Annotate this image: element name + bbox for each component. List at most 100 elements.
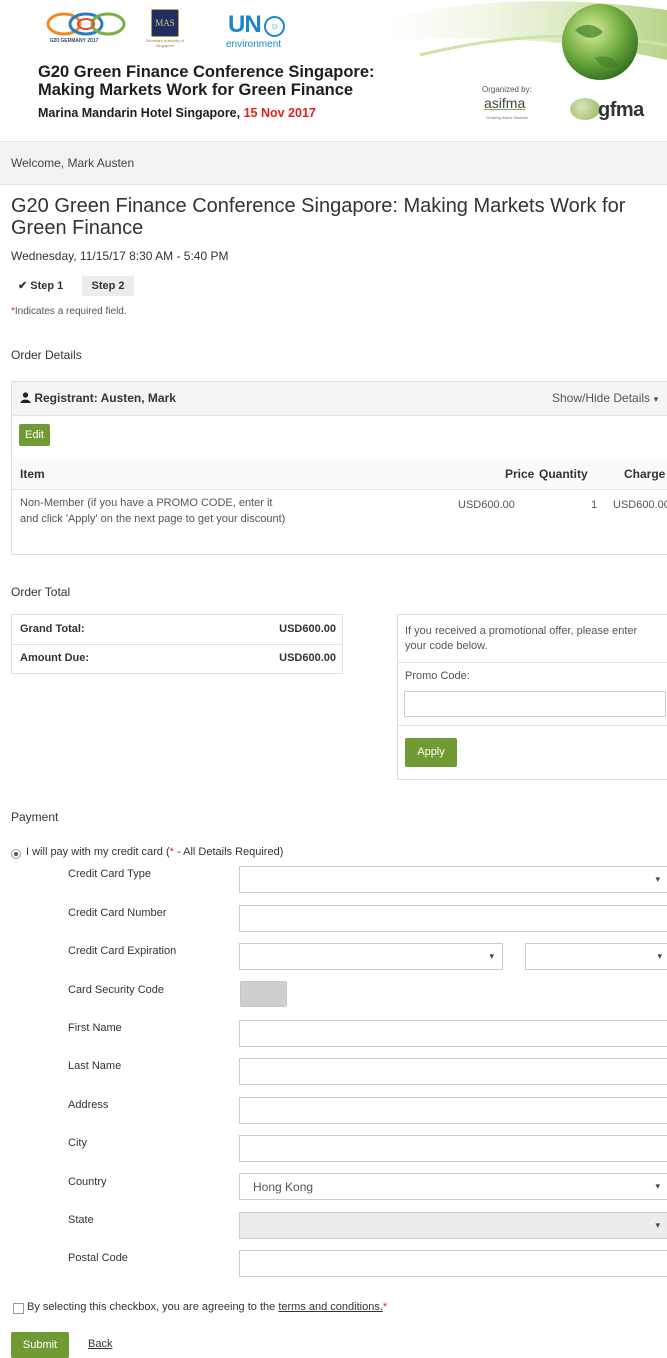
state-select[interactable]: [239, 1212, 667, 1239]
table-row: Non-Member (if you have a PROMO CODE, en…: [12, 490, 667, 552]
order-table-header: Item Price Quantity Charge: [12, 457, 667, 490]
country-select[interactable]: Hong Kong: [239, 1173, 667, 1200]
event-datetime: Wednesday, 11/15/17 8:30 AM - 5:40 PM: [11, 249, 229, 263]
mas-caption: Monetary Authority of Singapore: [146, 38, 184, 48]
required-field-note: *Indicates a required field.: [11, 306, 127, 317]
promo-instructions: If you received a promotional offer, ple…: [405, 625, 638, 652]
payment-heading: Payment: [11, 810, 59, 824]
promo-code-label: Promo Code:: [405, 670, 470, 682]
terms-label: By selecting this checkbox, you are agre…: [27, 1301, 387, 1313]
last-name-input[interactable]: [239, 1058, 667, 1085]
asifma-logo: asifma: [484, 95, 526, 111]
col-item: Item: [20, 467, 45, 481]
promo-divider: [398, 662, 667, 663]
banner-title-line1: G20 Green Finance Conference Singapore:: [38, 63, 375, 81]
registrant-panel-header: Registrant: Austen, Mark Show/Hide Detai…: [12, 382, 667, 416]
city-input[interactable]: [239, 1135, 667, 1162]
state-label: State: [68, 1214, 94, 1226]
welcome-bar: Welcome, Mark Austen: [0, 141, 667, 185]
credit-card-option-text: I will pay with my credit card (: [26, 846, 170, 858]
registrant-name: Registrant: Austen, Mark: [34, 391, 176, 405]
first-name-label: First Name: [68, 1022, 122, 1034]
first-name-input[interactable]: [239, 1020, 667, 1047]
card-number-label: Credit Card Number: [68, 907, 167, 919]
g20-caption: G20 GERMANY 2017: [49, 38, 99, 44]
un-logo-text: UN: [228, 11, 262, 38]
card-type-select[interactable]: [239, 866, 667, 893]
amount-due-row: Amount Due: USD600.00: [12, 644, 342, 673]
promo-code-panel: If you received a promotional offer, ple…: [397, 614, 667, 780]
organized-by-label: Organized by:: [482, 85, 532, 94]
banner-title-line2: Making Markets Work for Green Finance: [38, 81, 354, 99]
back-link[interactable]: Back: [88, 1338, 112, 1350]
promo-divider-2: [398, 725, 667, 726]
banner-venue-text: Marina Mandarin Hotel Singapore,: [38, 106, 244, 120]
postal-code-input[interactable]: [239, 1250, 667, 1277]
un-emblem-icon: ☼: [263, 16, 285, 37]
expiration-year-select[interactable]: [525, 943, 667, 970]
city-label: City: [68, 1137, 87, 1149]
registrant-heading: Registrant: Austen, Mark: [20, 391, 176, 405]
postal-code-label: Postal Code: [68, 1252, 128, 1264]
banner-venue: Marina Mandarin Hotel Singapore, 15 Nov …: [38, 106, 316, 120]
item-price: USD600.00: [458, 499, 515, 511]
amount-due-value: USD600.00: [279, 652, 336, 664]
gfma-logo-icon: [570, 98, 600, 120]
card-number-input[interactable]: [239, 905, 667, 932]
terms-text: By selecting this checkbox, you are agre…: [27, 1301, 279, 1313]
caret-down-icon: ▼: [652, 395, 660, 404]
page-title: G20 Green Finance Conference Singapore: …: [11, 195, 626, 239]
col-quantity: Quantity: [539, 467, 588, 481]
card-expiration-label: Credit Card Expiration: [68, 945, 177, 957]
order-total-heading: Order Total: [11, 585, 71, 599]
item-description: Non-Member (if you have a PROMO CODE, en…: [20, 497, 286, 525]
address-label: Address: [68, 1099, 109, 1111]
grand-total-label: Grand Total:: [20, 623, 85, 635]
un-environment-logo: UN ☼: [228, 11, 285, 39]
banner-title: G20 Green Finance Conference Singapore: …: [38, 63, 458, 99]
show-hide-label: Show/Hide Details: [552, 391, 651, 405]
step-2-label: Step 2: [91, 280, 125, 292]
step-1-label: Step 1: [30, 280, 64, 292]
asifma-tagline: Growing Asia's Markets: [486, 115, 528, 120]
required-asterisk: *: [382, 1301, 388, 1313]
registrant-panel: Registrant: Austen, Mark Show/Hide Detai…: [11, 381, 667, 555]
card-type-label: Credit Card Type: [68, 868, 151, 880]
terms-link[interactable]: terms and conditions.: [278, 1301, 383, 1313]
step-2-indicator: Step 2: [82, 276, 134, 296]
banner-date: 15 Nov 2017: [243, 106, 316, 120]
edit-button[interactable]: Edit: [19, 424, 50, 446]
address-input[interactable]: [239, 1097, 667, 1124]
promo-code-input[interactable]: [404, 691, 666, 717]
required-note-text: Indicates a required field.: [14, 306, 127, 317]
show-hide-details-toggle[interactable]: Show/Hide Details ▼: [552, 391, 660, 405]
security-code-label: Card Security Code: [68, 984, 164, 996]
grand-total-value: USD600.00: [279, 623, 336, 635]
apply-button[interactable]: Apply: [405, 738, 457, 767]
credit-card-option-label: I will pay with my credit card (* - All …: [26, 846, 283, 858]
expiration-month-select[interactable]: [239, 943, 503, 970]
un-caption: environment: [226, 39, 282, 50]
welcome-text: Welcome, Mark Austen: [11, 156, 135, 170]
item-quantity: 1: [591, 499, 598, 511]
check-icon: ✔: [18, 280, 28, 292]
terms-checkbox[interactable]: [13, 1303, 24, 1314]
security-code-input[interactable]: [240, 981, 287, 1007]
col-price: Price: [505, 467, 535, 481]
country-label: Country: [68, 1176, 107, 1188]
order-total-table: Grand Total: USD600.00 Amount Due: USD60…: [11, 614, 343, 674]
step-1-indicator: ✔ Step 1: [11, 276, 70, 296]
submit-button[interactable]: Submit: [11, 1332, 69, 1358]
grand-total-row: Grand Total: USD600.00: [12, 615, 342, 643]
user-icon: [20, 392, 31, 403]
mas-logo: MAS: [151, 9, 179, 37]
credit-card-option-note: - All Details Required): [173, 846, 284, 858]
item-charge: USD600.00: [613, 499, 667, 511]
last-name-label: Last Name: [68, 1060, 122, 1072]
col-charge: Charge: [624, 467, 666, 481]
event-banner: G20 GERMANY 2017 MAS Monetary Authority …: [0, 0, 667, 140]
order-details-heading: Order Details: [11, 348, 82, 362]
amount-due-label: Amount Due:: [20, 652, 90, 664]
country-selected-value: Hong Kong: [253, 1180, 314, 1194]
credit-card-radio[interactable]: [11, 849, 21, 859]
